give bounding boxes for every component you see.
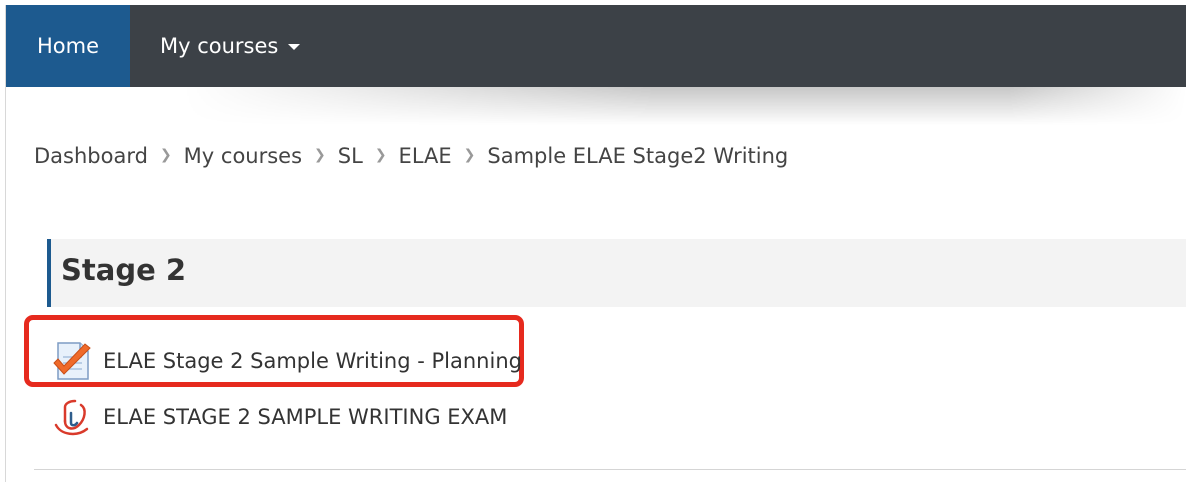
activity-label: ELAE Stage 2 Sample Writing - Planning — [103, 349, 522, 373]
activity-item-exam[interactable]: ELAE STAGE 2 SAMPLE WRITING EXAM — [51, 395, 507, 439]
chevron-right-icon: ❯ — [463, 147, 476, 163]
nav-my-courses-label: My courses — [160, 34, 279, 58]
section-header: Stage 2 — [47, 239, 1186, 307]
breadcrumb-item-my-courses[interactable]: My courses — [184, 144, 302, 168]
turnitin-icon — [54, 399, 89, 436]
nav-home-link[interactable]: Home — [6, 5, 130, 87]
breadcrumb-item-sl[interactable]: SL — [338, 144, 363, 168]
top-navbar: Home My courses — [6, 5, 1186, 87]
nav-home-label: Home — [36, 34, 99, 58]
caret-down-icon — [288, 44, 301, 50]
assignment-icon — [53, 342, 91, 380]
chevron-right-icon: ❯ — [314, 147, 326, 163]
navbar-shadow — [6, 87, 1186, 125]
section-title: Stage 2 — [61, 253, 187, 287]
nav-my-courses-dropdown[interactable]: My courses — [160, 5, 301, 87]
section-divider — [34, 469, 1186, 470]
activity-item-planning[interactable]: ELAE Stage 2 Sample Writing - Planning — [51, 339, 522, 383]
breadcrumb-item-elae[interactable]: ELAE — [399, 144, 452, 168]
breadcrumb: Dashboard ❯ My courses ❯ SL ❯ ELAE ❯ Sam… — [34, 141, 788, 171]
activity-label: ELAE STAGE 2 SAMPLE WRITING EXAM — [103, 405, 508, 429]
breadcrumb-item-course[interactable]: Sample ELAE Stage2 Writing — [487, 144, 788, 168]
page-frame: Home My courses Dashboard ❯ My courses ❯… — [5, 5, 1186, 482]
breadcrumb-item-dashboard[interactable]: Dashboard — [34, 144, 148, 168]
chevron-right-icon: ❯ — [159, 147, 172, 163]
chevron-right-icon: ❯ — [374, 147, 387, 163]
